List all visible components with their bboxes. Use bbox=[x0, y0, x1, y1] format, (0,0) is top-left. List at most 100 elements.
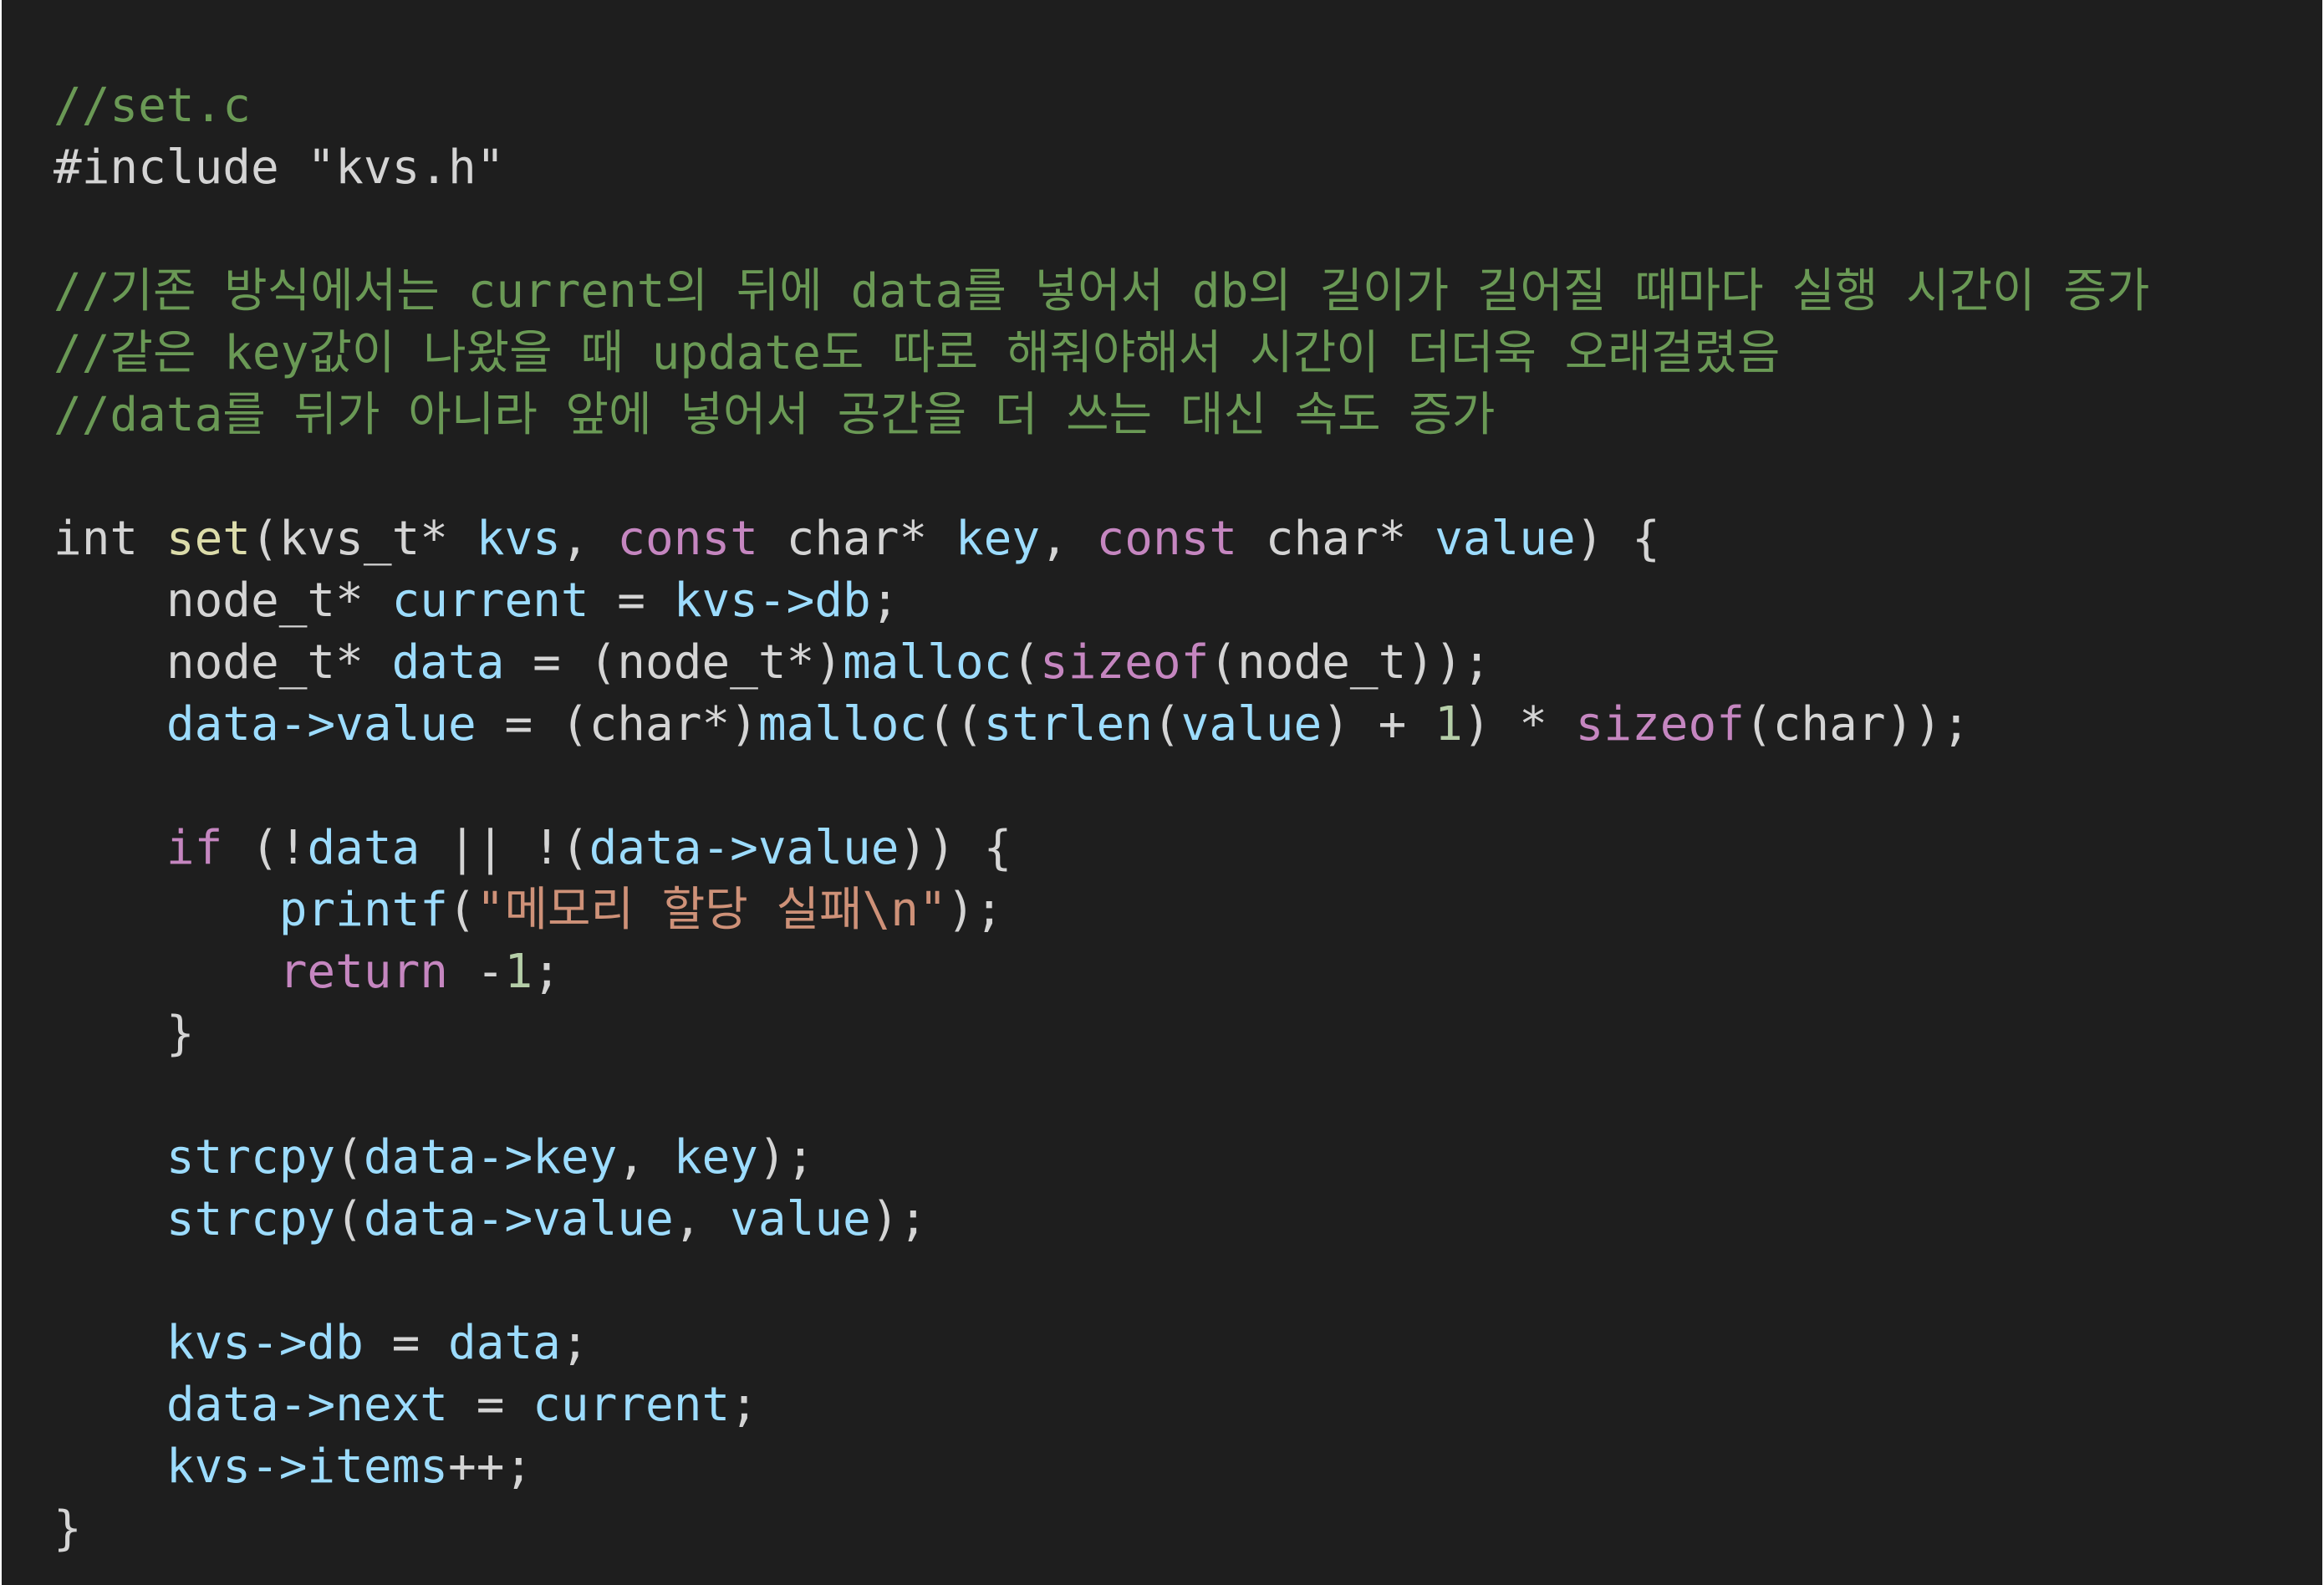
code-token-plain: int bbox=[54, 512, 166, 566]
code-token-keyword: return bbox=[278, 945, 449, 999]
code-token-plain: ; bbox=[870, 573, 900, 628]
code-editor[interactable]: //set.c #include "kvs.h" //기존 방식에서는 curre… bbox=[2, 0, 2322, 1585]
code-token-plain: ( bbox=[448, 883, 477, 937]
code-token-variable: data->value bbox=[589, 821, 900, 875]
code-line[interactable]: data->value = (char*)malloc((strlen(valu… bbox=[54, 694, 2149, 756]
code-token-variable: kvs->db bbox=[166, 1316, 364, 1370]
code-token-comment: //기존 방식에서는 current의 뒤에 data를 넣어서 db의 길이가… bbox=[54, 264, 2150, 319]
code-token-plain: (! bbox=[222, 821, 308, 875]
code-token-plain: = bbox=[589, 573, 674, 628]
code-token-variable: malloc bbox=[757, 697, 928, 752]
code-token-plain: , bbox=[560, 512, 618, 566]
code-token-variable: data bbox=[448, 1316, 561, 1370]
code-token-variable: value bbox=[1435, 512, 1576, 566]
code-token-plain: node_t* bbox=[54, 635, 392, 690]
code-token-variable: data bbox=[391, 635, 505, 690]
code-token-variable: kvs->items bbox=[166, 1440, 449, 1494]
code-line[interactable] bbox=[54, 446, 2149, 508]
code-token-comment: //같은 key값이 나왔을 때 update도 따로 해줘야해서 시간이 더더… bbox=[54, 326, 1781, 380]
code-token-plain: char* bbox=[1237, 512, 1435, 566]
code-token-plain: = bbox=[363, 1316, 449, 1370]
code-token-plain: (node_t)); bbox=[1209, 635, 1491, 690]
code-line[interactable]: node_t* current = kvs->db; bbox=[54, 570, 2149, 632]
code-line[interactable] bbox=[54, 1251, 2149, 1312]
code-token-plain: ( bbox=[1152, 697, 1181, 752]
code-token-variable: printf bbox=[278, 883, 449, 937]
code-line[interactable]: if (!data || !(data->value)) { bbox=[54, 818, 2149, 879]
code-token-comment: //set.c bbox=[54, 79, 252, 133]
code-line[interactable]: //기존 방식에서는 current의 뒤에 data를 넣어서 db의 길이가… bbox=[54, 261, 2149, 323]
code-token-keyword: sizeof bbox=[1040, 635, 1210, 690]
code-token-plain: } bbox=[54, 1501, 82, 1556]
code-token-variable: strcpy bbox=[166, 1130, 336, 1185]
code-token-plain: ); bbox=[946, 883, 1004, 937]
code-token-plain: ( bbox=[335, 1192, 364, 1246]
code-token-keyword: sizeof bbox=[1575, 697, 1745, 752]
code-token-keyword: const bbox=[617, 512, 758, 566]
code-token-plain: (char)); bbox=[1744, 697, 1970, 752]
code-line[interactable]: node_t* data = (node_t*)malloc(sizeof(no… bbox=[54, 632, 2149, 694]
code-token-variable: data->value bbox=[166, 697, 477, 752]
code-line[interactable]: printf("메모리 할당 실패\n"); bbox=[54, 879, 2149, 941]
code-token-plain: #include "kvs.h" bbox=[54, 140, 505, 195]
code-token-plain: = bbox=[448, 1378, 533, 1432]
code-line[interactable]: //data를 뒤가 아니라 앞에 넣어서 공간을 더 쓰는 대신 속도 증가 bbox=[54, 385, 2149, 446]
code-line[interactable]: kvs->items++; bbox=[54, 1436, 2149, 1498]
code-line[interactable] bbox=[54, 1065, 2149, 1127]
code-token-plain: ; bbox=[730, 1378, 758, 1432]
code-token-plain: ( bbox=[1012, 635, 1041, 690]
code-token-plain: ); bbox=[870, 1192, 928, 1246]
code-token-plain: ; bbox=[560, 1316, 589, 1370]
code-line[interactable]: int set(kvs_t* kvs, const char* key, con… bbox=[54, 508, 2149, 570]
code-token-variable: strlen bbox=[983, 697, 1153, 752]
code-token-plain: = (node_t*) bbox=[504, 635, 843, 690]
code-block[interactable]: //set.c #include "kvs.h" //기존 방식에서는 curre… bbox=[54, 75, 2149, 1560]
code-token-plain: = (char*) bbox=[476, 697, 758, 752]
code-token-number: 1 bbox=[504, 945, 533, 999]
code-line[interactable]: strcpy(data->key, key); bbox=[54, 1127, 2149, 1189]
code-token-variable: data->value bbox=[363, 1192, 674, 1246]
code-token-keyword: const bbox=[1096, 512, 1238, 566]
code-line[interactable]: data->next = current; bbox=[54, 1374, 2149, 1436]
code-token-plain: , bbox=[673, 1192, 731, 1246]
code-token-variable: current bbox=[391, 573, 589, 628]
code-line[interactable]: //set.c bbox=[54, 75, 2149, 137]
code-line[interactable]: strcpy(data->value, value); bbox=[54, 1189, 2149, 1251]
code-line[interactable]: } bbox=[54, 1003, 2149, 1065]
code-token-variable: kvs bbox=[476, 512, 561, 566]
code-line[interactable]: kvs->db = data; bbox=[54, 1312, 2149, 1374]
code-line[interactable]: #include "kvs.h" bbox=[54, 137, 2149, 199]
code-token-comment: //data를 뒤가 아니라 앞에 넣어서 공간을 더 쓰는 대신 속도 증가 bbox=[54, 388, 1496, 442]
code-token-keyword: if bbox=[166, 821, 223, 875]
code-line[interactable]: return -1; bbox=[54, 941, 2149, 1003]
code-token-plain: ) + bbox=[1322, 697, 1435, 752]
code-token-number: 1 bbox=[1435, 697, 1463, 752]
code-token-variable: key bbox=[673, 1130, 758, 1185]
code-line[interactable]: } bbox=[54, 1498, 2149, 1560]
code-token-variable: kvs->db bbox=[673, 573, 871, 628]
code-token-plain: , bbox=[617, 1130, 674, 1185]
code-token-string: "메모리 할당 실패\n" bbox=[476, 883, 947, 937]
code-line[interactable] bbox=[54, 756, 2149, 818]
code-token-plain: (( bbox=[927, 697, 984, 752]
code-token-plain: ); bbox=[757, 1130, 815, 1185]
code-token-plain: node_t* bbox=[54, 573, 392, 628]
code-token-variable: data->key bbox=[363, 1130, 618, 1185]
code-token-plain: ) * bbox=[1462, 697, 1576, 752]
code-line[interactable]: //같은 key값이 나왔을 때 update도 따로 해줘야해서 시간이 더더… bbox=[54, 323, 2149, 385]
code-token-variable: value bbox=[1180, 697, 1323, 752]
code-token-function: set bbox=[166, 512, 252, 566]
code-token-variable: data bbox=[307, 821, 420, 875]
code-line[interactable] bbox=[54, 199, 2149, 261]
code-token-plain: ( bbox=[335, 1130, 364, 1185]
code-token-plain: (kvs_t* bbox=[251, 512, 477, 566]
code-token-variable: current bbox=[533, 1378, 731, 1432]
